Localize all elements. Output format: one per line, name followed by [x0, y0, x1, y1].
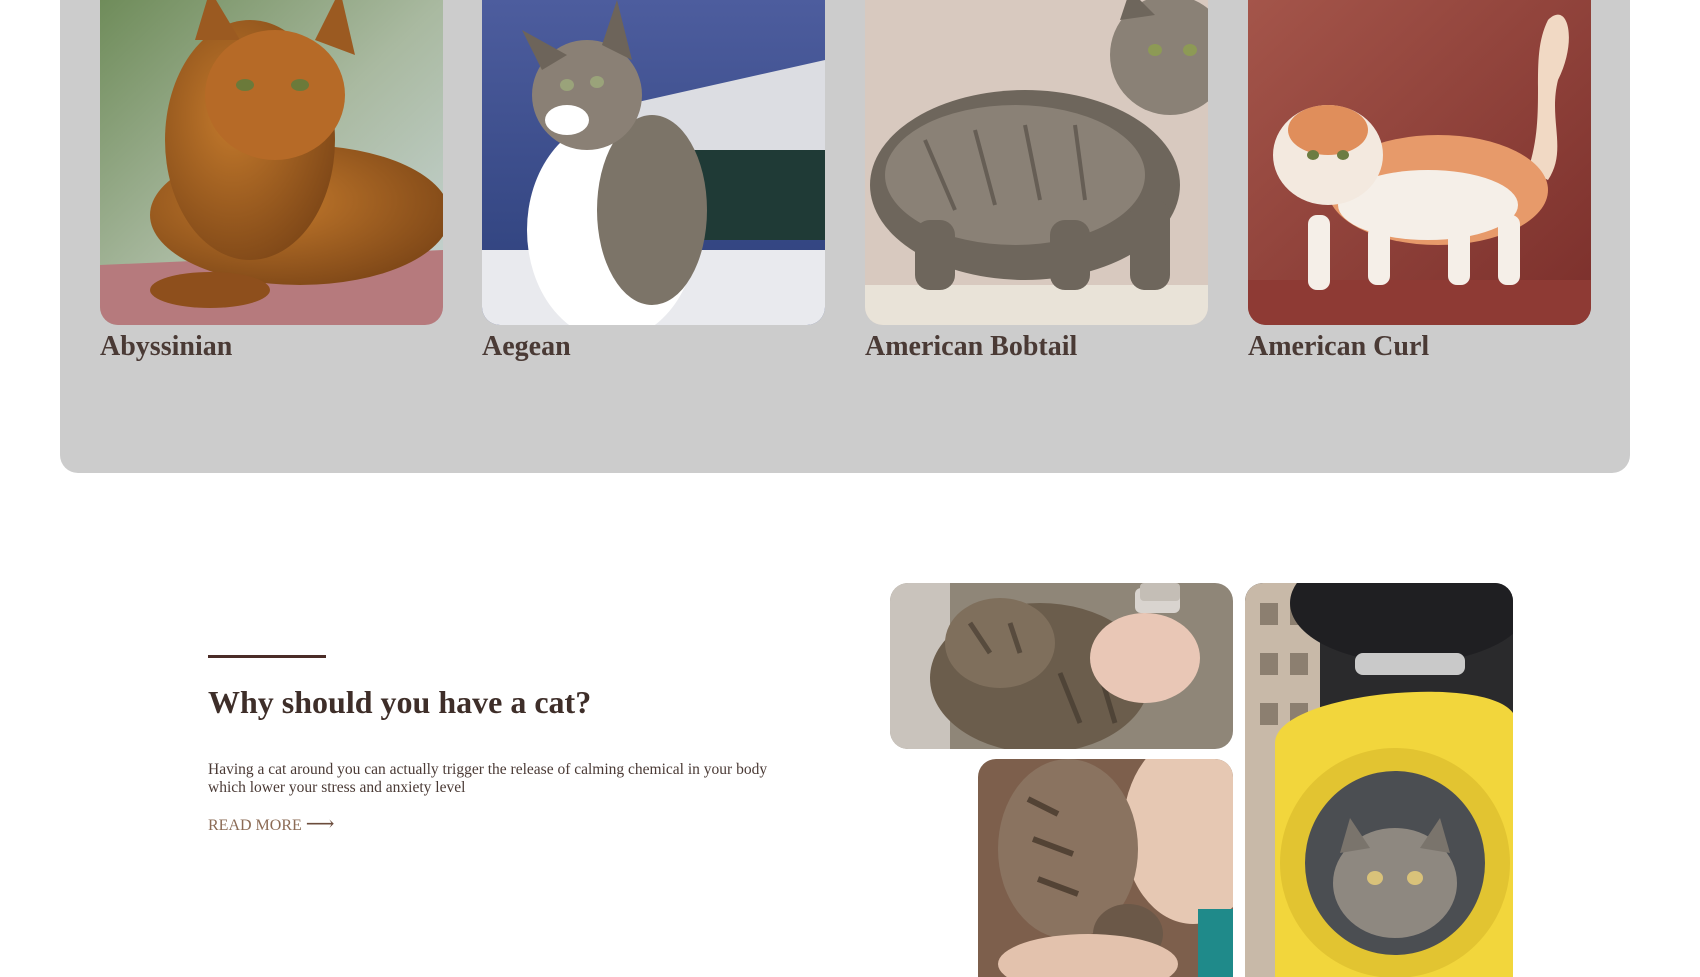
- read-more-label: READ MORE: [208, 817, 302, 834]
- breed-card-american-bobtail[interactable]: American Bobtail: [865, 0, 1208, 365]
- accent-bar: [208, 655, 326, 658]
- arrow-right-icon: ⟶: [305, 813, 335, 835]
- abyssinian-cat-photo[interactable]: [100, 0, 443, 325]
- american-curl-cat-photo[interactable]: [1248, 0, 1591, 325]
- breed-card-american-curl[interactable]: American Curl: [1248, 0, 1591, 365]
- tabby-cat-hand-photo: [890, 583, 1233, 749]
- kitten-paw-photo: [978, 759, 1233, 977]
- american-bobtail-cat-photo[interactable]: [865, 0, 1208, 325]
- section-text: Having a cat around you can actually tri…: [208, 761, 768, 796]
- cat-backpack-photo: [1245, 583, 1513, 977]
- breed-name[interactable]: Abyssinian: [100, 329, 443, 365]
- breed-card-abyssinian[interactable]: Abyssinian: [100, 0, 443, 365]
- breed-card-aegean[interactable]: Aegean: [482, 0, 825, 365]
- breed-name[interactable]: Aegean: [482, 329, 825, 365]
- why-cat-section: Why should you have a cat? Having a cat …: [208, 655, 828, 835]
- read-more-link[interactable]: READ MORE ⟶: [208, 813, 335, 835]
- breeds-panel: Abyssinian Aegean American Bobtail Ameri…: [60, 0, 1630, 473]
- breed-name[interactable]: American Curl: [1248, 329, 1591, 365]
- aegean-cat-photo[interactable]: [482, 0, 825, 325]
- breed-name[interactable]: American Bobtail: [865, 329, 1208, 365]
- section-title: Why should you have a cat?: [208, 684, 592, 720]
